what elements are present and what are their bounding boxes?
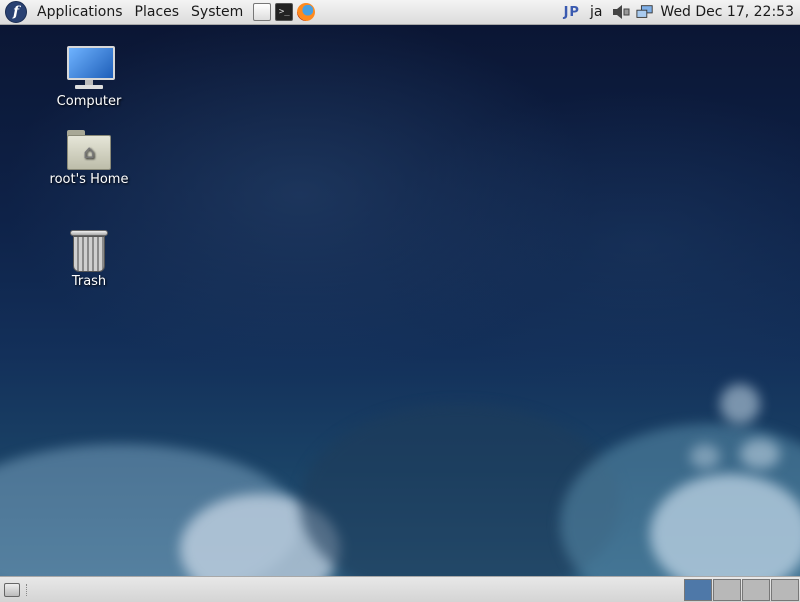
desktop-icon-computer[interactable]: Computer [39, 44, 139, 109]
network-icon[interactable] [636, 4, 654, 20]
workspace-3[interactable] [742, 578, 770, 601]
volume-icon[interactable] [612, 4, 630, 20]
bottom-panel [0, 576, 800, 602]
input-method-indicator[interactable]: ja [590, 4, 602, 20]
workspace-4[interactable] [771, 578, 799, 601]
top-panel: f Applications Places System >_ JP ja We… [0, 0, 800, 25]
home-folder-icon: ⌂ [67, 130, 111, 170]
computer-icon [65, 44, 115, 92]
menu-places[interactable]: Places [129, 4, 186, 20]
trash-icon [70, 230, 108, 272]
desktop-icon-home[interactable]: ⌂ root's Home [39, 126, 139, 187]
cloud-decoration [720, 384, 760, 424]
notes-launcher-icon[interactable] [253, 3, 272, 21]
workspace-2[interactable] [713, 578, 741, 601]
workspace-switcher[interactable] [683, 578, 799, 601]
terminal-launcher-icon[interactable]: >_ [275, 3, 294, 21]
desktop-icon-trash[interactable]: Trash [39, 226, 139, 289]
desktop-icon-label: root's Home [49, 172, 129, 187]
menu-system[interactable]: System [185, 4, 249, 20]
workspace-1[interactable] [684, 578, 712, 601]
firefox-launcher-icon[interactable] [297, 3, 316, 21]
desktop-icon-label: Computer [56, 94, 122, 109]
menu-applications[interactable]: Applications [31, 4, 129, 20]
panel-handle[interactable] [26, 583, 31, 596]
desktop-icon-label: Trash [71, 274, 107, 289]
cloud-decoration [690, 444, 720, 469]
show-desktop-icon[interactable] [4, 582, 20, 597]
cloud-decoration [740, 439, 780, 469]
clock[interactable]: Wed Dec 17, 22:53 [660, 4, 794, 20]
fedora-logo-icon[interactable]: f [5, 1, 27, 23]
keyboard-layout-indicator[interactable]: JP [564, 5, 580, 20]
